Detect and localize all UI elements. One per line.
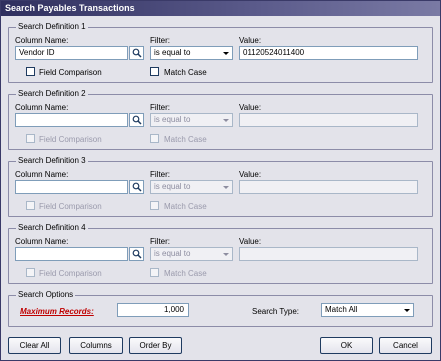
field-comparison-checkbox-1[interactable] (26, 67, 35, 76)
filter-label: Filter: (150, 237, 170, 246)
order-by-button[interactable]: Order By (129, 337, 182, 354)
value-field-3[interactable] (239, 180, 418, 194)
column-name-label: Column Name: (15, 103, 69, 112)
chevron-down-icon (223, 253, 229, 256)
search-options: Search Options Maximum Records: 1,000 Se… (8, 290, 433, 327)
filter-select-1-value: is equal to (154, 48, 191, 57)
search-type-value: Match All (325, 305, 358, 314)
maximum-records-field[interactable]: 1,000 (117, 303, 189, 317)
search-definition-1: Search Definition 1 Column Name: Filter:… (8, 22, 433, 83)
filter-select-4[interactable]: is equal to (150, 247, 233, 261)
column-name-field-1[interactable]: Vendor ID (15, 46, 128, 60)
match-case-checkbox-2[interactable] (150, 134, 159, 143)
match-case-label-2: Match Case (164, 135, 207, 144)
field-comparison-checkbox-4[interactable] (26, 268, 35, 277)
search-definition-2-title: Search Definition 2 (16, 89, 88, 99)
search-type-label: Search Type: (252, 307, 299, 316)
column-lookup-button-1[interactable] (129, 46, 144, 60)
filter-select-3-value: is equal to (154, 182, 191, 191)
magnifier-icon (132, 182, 142, 192)
filter-label: Filter: (150, 36, 170, 45)
column-name-field-4[interactable] (15, 247, 128, 261)
match-case-label-3: Match Case (164, 202, 207, 211)
match-case-checkbox-4[interactable] (150, 268, 159, 277)
value-field-1[interactable]: 01120524011400 (239, 46, 418, 60)
field-comparison-checkbox-3[interactable] (26, 201, 35, 210)
field-comparison-label-4: Field Comparison (39, 269, 102, 278)
column-name-label: Column Name: (15, 170, 69, 179)
column-name-label: Column Name: (15, 36, 69, 45)
filter-select-2[interactable]: is equal to (150, 113, 233, 127)
cancel-button[interactable]: Cancel (379, 337, 432, 354)
search-options-title: Search Options (16, 290, 76, 300)
columns-button[interactable]: Columns (69, 337, 123, 354)
column-name-field-3[interactable] (15, 180, 128, 194)
value-label: Value: (239, 237, 262, 246)
chevron-down-icon (223, 119, 229, 122)
match-case-label-1: Match Case (164, 68, 207, 77)
magnifier-icon (132, 48, 142, 58)
chevron-down-icon (223, 52, 229, 55)
value-label: Value: (239, 170, 262, 179)
window-title: Search Payables Transactions (1, 1, 440, 16)
search-definition-2: Search Definition 2 Column Name: Filter:… (8, 89, 433, 150)
field-comparison-checkbox-2[interactable] (26, 134, 35, 143)
filter-select-1[interactable]: is equal to (150, 46, 233, 60)
search-definition-4: Search Definition 4 Column Name: Filter:… (8, 223, 433, 284)
search-definition-3-title: Search Definition 3 (16, 156, 88, 166)
match-case-checkbox-3[interactable] (150, 201, 159, 210)
match-case-label-4: Match Case (164, 269, 207, 278)
value-field-2[interactable] (239, 113, 418, 127)
ok-button[interactable]: OK (320, 337, 373, 354)
search-definition-1-title: Search Definition 1 (16, 22, 88, 32)
chevron-down-icon (223, 186, 229, 189)
filter-label: Filter: (150, 170, 170, 179)
maximum-records-label: Maximum Records: (20, 307, 94, 316)
chevron-down-icon (404, 309, 410, 312)
clear-all-button[interactable]: Clear All (8, 337, 61, 354)
value-label: Value: (239, 36, 262, 45)
search-payables-window: Search Payables Transactions Search Defi… (0, 0, 441, 361)
magnifier-icon (132, 115, 142, 125)
field-comparison-label-3: Field Comparison (39, 202, 102, 211)
field-comparison-label-1: Field Comparison (39, 68, 102, 77)
filter-select-2-value: is equal to (154, 115, 191, 124)
value-label: Value: (239, 103, 262, 112)
column-name-label: Column Name: (15, 237, 69, 246)
filter-label: Filter: (150, 103, 170, 112)
value-field-4[interactable] (239, 247, 418, 261)
magnifier-icon (132, 249, 142, 259)
column-lookup-button-4[interactable] (129, 247, 144, 261)
column-lookup-button-3[interactable] (129, 180, 144, 194)
filter-select-4-value: is equal to (154, 249, 191, 258)
search-definition-3: Search Definition 3 Column Name: Filter:… (8, 156, 433, 217)
search-type-select[interactable]: Match All (321, 303, 414, 317)
column-lookup-button-2[interactable] (129, 113, 144, 127)
match-case-checkbox-1[interactable] (150, 67, 159, 76)
field-comparison-label-2: Field Comparison (39, 135, 102, 144)
column-name-field-2[interactable] (15, 113, 128, 127)
filter-select-3[interactable]: is equal to (150, 180, 233, 194)
search-definition-4-title: Search Definition 4 (16, 223, 88, 233)
